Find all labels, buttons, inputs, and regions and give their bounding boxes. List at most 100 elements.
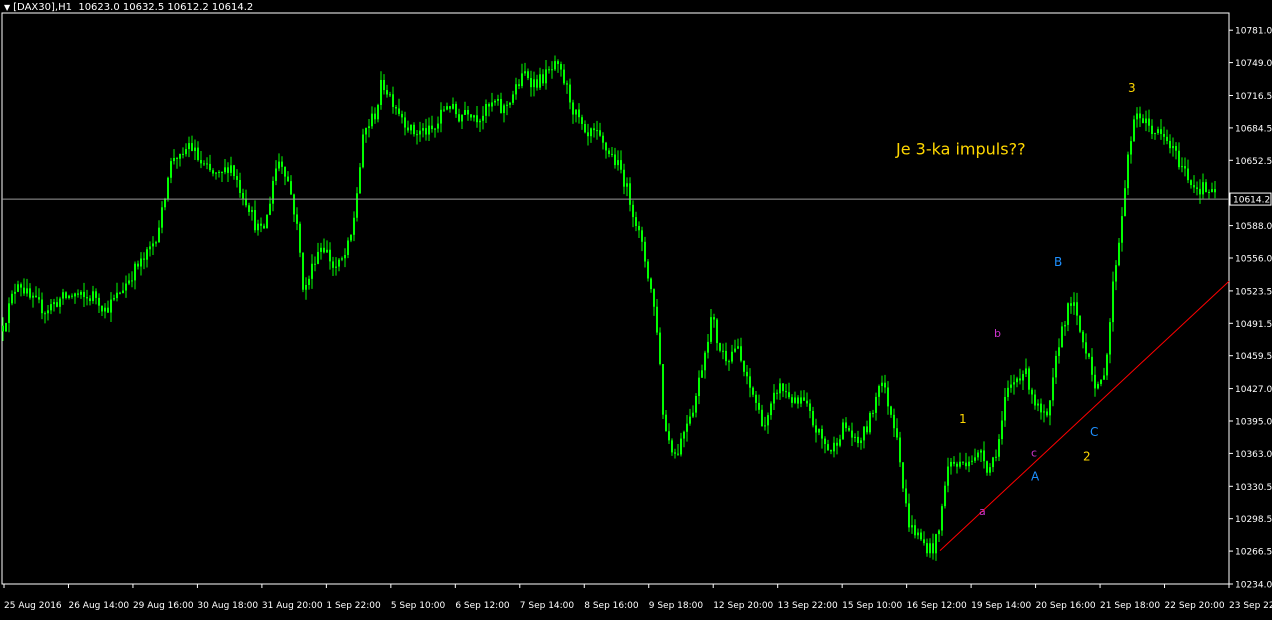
candle-body xyxy=(530,78,532,88)
candle-body xyxy=(836,442,838,446)
candle-body xyxy=(1085,342,1087,354)
candle-body xyxy=(1199,188,1201,195)
chart-area[interactable]: 10781.0 10749.0 10716.5 10684.5 10652.5 10588… xyxy=(0,0,1272,616)
candle-body xyxy=(725,350,727,362)
candle-body xyxy=(53,302,55,305)
candle-body xyxy=(764,425,766,427)
y-tick-label: 10684.5 xyxy=(1235,124,1272,134)
candle-body xyxy=(1109,322,1111,355)
candle-body xyxy=(737,346,739,349)
candle-body xyxy=(890,406,892,415)
candle-body xyxy=(1022,374,1024,381)
x-tick-label: 25 Aug 2016 xyxy=(4,601,62,611)
x-tick-label: 29 Aug 16:00 xyxy=(133,601,194,611)
x-tick-label: 13 Sep 22:00 xyxy=(778,601,838,611)
candle-body xyxy=(638,226,640,231)
wave-annotation: a xyxy=(979,505,986,518)
candle-body xyxy=(791,397,793,403)
y-tick-label: 10523.5 xyxy=(1235,287,1272,297)
candle-body xyxy=(674,452,676,454)
candle-body xyxy=(875,396,877,413)
candle-body xyxy=(35,295,37,298)
candle-body xyxy=(305,284,307,290)
candle-body xyxy=(605,142,607,151)
candle-body xyxy=(1202,182,1204,195)
candle-body xyxy=(1121,216,1123,243)
candle-body xyxy=(671,440,673,453)
candle-body xyxy=(41,299,43,314)
candle-body xyxy=(1124,188,1126,217)
candle-body xyxy=(401,113,403,118)
candle-body xyxy=(32,295,34,298)
candle-body xyxy=(971,460,973,462)
candle-body xyxy=(869,412,871,433)
candle-body xyxy=(788,392,790,398)
candle-body xyxy=(1019,378,1021,381)
candle-body xyxy=(497,98,499,101)
candle-body xyxy=(122,290,124,294)
candle-body xyxy=(1145,118,1147,124)
candle-body xyxy=(47,310,49,314)
candle-body xyxy=(866,426,868,433)
candle-body xyxy=(851,430,853,438)
candle-body xyxy=(92,291,94,302)
candle-body xyxy=(479,120,481,123)
price-chart[interactable]: 10781.0 10749.0 10716.5 10684.5 10652.5 10588… xyxy=(0,0,1272,616)
candle-body xyxy=(923,539,925,544)
candle-body xyxy=(653,289,655,307)
candle-body xyxy=(512,94,514,103)
candle-body xyxy=(986,461,988,473)
y-tick-label: 10749.0 xyxy=(1235,59,1272,69)
candle-body xyxy=(1064,324,1066,327)
candle-body xyxy=(311,263,313,279)
candle-body xyxy=(542,74,544,84)
candle-body xyxy=(467,110,469,115)
candle-body xyxy=(125,283,127,291)
candle-body xyxy=(629,183,631,205)
candle-body xyxy=(944,485,946,507)
candle-body xyxy=(989,467,991,473)
chart-menu-icon[interactable]: ▼ xyxy=(4,3,10,12)
candle-body xyxy=(395,106,397,109)
candle-body xyxy=(158,227,160,243)
candle-body xyxy=(590,128,592,137)
candle-body xyxy=(134,263,136,281)
y-tick-label: 10363.0 xyxy=(1235,450,1272,460)
wave-annotation: b xyxy=(994,327,1001,340)
candle-body xyxy=(323,247,325,253)
candle-body xyxy=(29,288,31,298)
candle-body xyxy=(1067,303,1069,325)
candle-body xyxy=(1082,331,1084,343)
candle-body xyxy=(293,194,295,215)
candle-body xyxy=(842,422,844,440)
candle-body xyxy=(656,306,658,333)
candle-body xyxy=(407,127,409,131)
candle-body xyxy=(1181,166,1183,168)
candle-body xyxy=(884,382,886,388)
candle-body xyxy=(470,114,472,118)
candle-body xyxy=(1142,118,1144,124)
candle-body xyxy=(494,100,496,103)
x-tick-label: 20 Sep 16:00 xyxy=(1036,601,1096,611)
candle-body xyxy=(482,115,484,121)
x-tick-label: 7 Sep 14:00 xyxy=(520,601,575,611)
x-tick-label: 21 Sep 18:00 xyxy=(1100,601,1160,611)
candle-body xyxy=(89,298,91,302)
candle-body xyxy=(716,319,718,344)
candle-body xyxy=(1016,378,1018,383)
candle-body xyxy=(1205,182,1207,193)
candle-body xyxy=(647,261,649,279)
candle-body xyxy=(1163,134,1165,137)
candle-body xyxy=(1196,187,1198,189)
candle-body xyxy=(5,322,7,332)
candle-body xyxy=(242,192,244,199)
candle-body xyxy=(434,128,436,130)
candle-body xyxy=(1157,129,1159,134)
x-tick-label: 16 Sep 12:00 xyxy=(907,601,967,611)
candle-body xyxy=(908,503,910,528)
candle-body xyxy=(677,453,679,455)
candle-body xyxy=(665,414,667,432)
candle-body xyxy=(302,252,304,290)
candle-body xyxy=(44,313,46,315)
candle-body xyxy=(947,466,949,486)
